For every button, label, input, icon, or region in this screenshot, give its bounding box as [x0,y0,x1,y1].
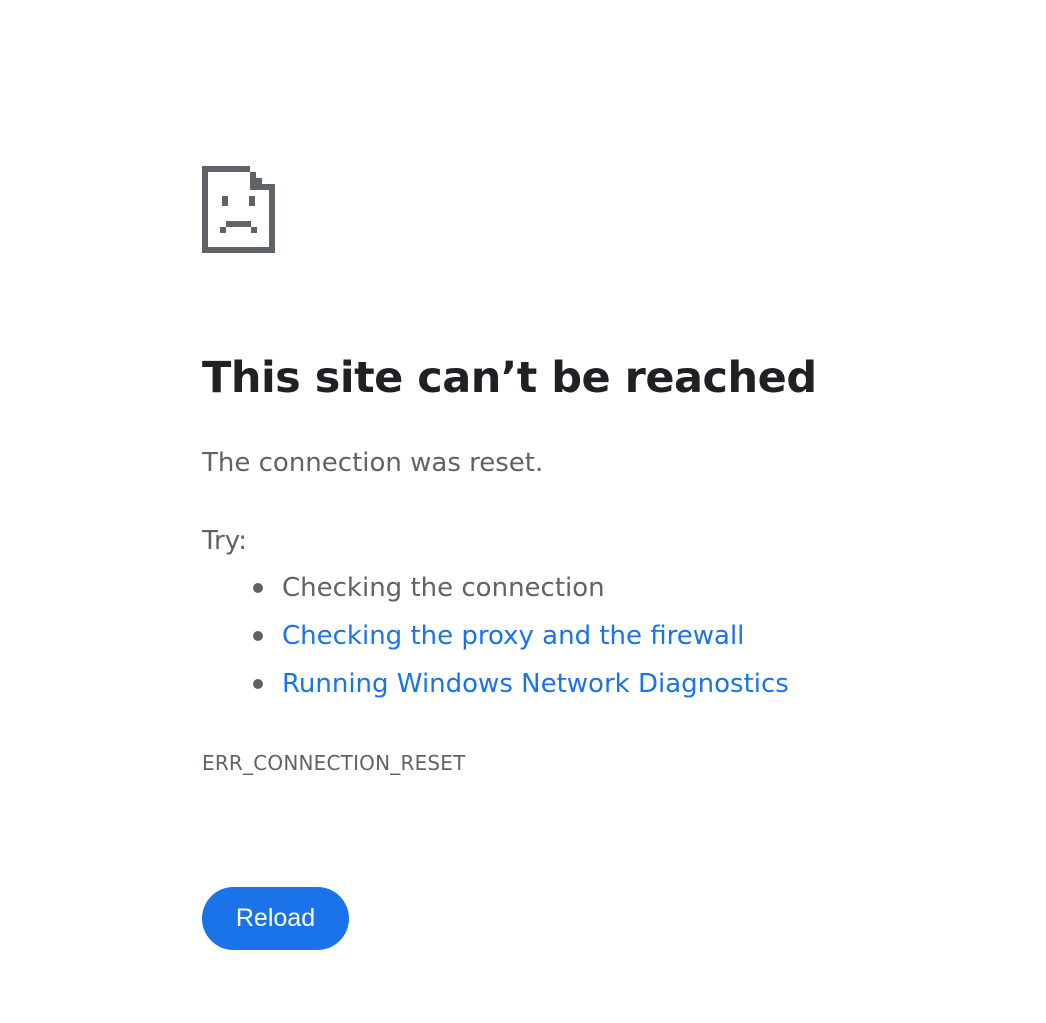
reload-button[interactable]: Reload [202,887,349,950]
error-page: This site can’t be reached The connectio… [0,0,1046,1023]
error-code: ERR_CONNECTION_RESET [202,751,466,775]
network-diagnostics-link[interactable]: Running Windows Network Diagnostics [282,669,789,699]
try-label: Try: [202,526,248,556]
suggestion-check-connection: Checking the connection [253,570,789,618]
suggestion-text: Checking the connection [282,573,605,603]
bullet-icon [253,679,263,689]
error-description: The connection was reset. [202,448,544,478]
proxy-firewall-link[interactable]: Checking the proxy and the firewall [282,621,744,651]
page-title: This site can’t be reached [202,353,817,403]
bullet-icon [253,631,263,641]
suggestion-check-proxy-firewall[interactable]: Checking the proxy and the firewall [253,618,789,666]
sad-page-icon [202,166,275,253]
suggestions-list: Checking the connection Checking the pro… [253,570,789,714]
bullet-icon [253,583,263,593]
suggestion-run-diagnostics[interactable]: Running Windows Network Diagnostics [253,666,789,714]
